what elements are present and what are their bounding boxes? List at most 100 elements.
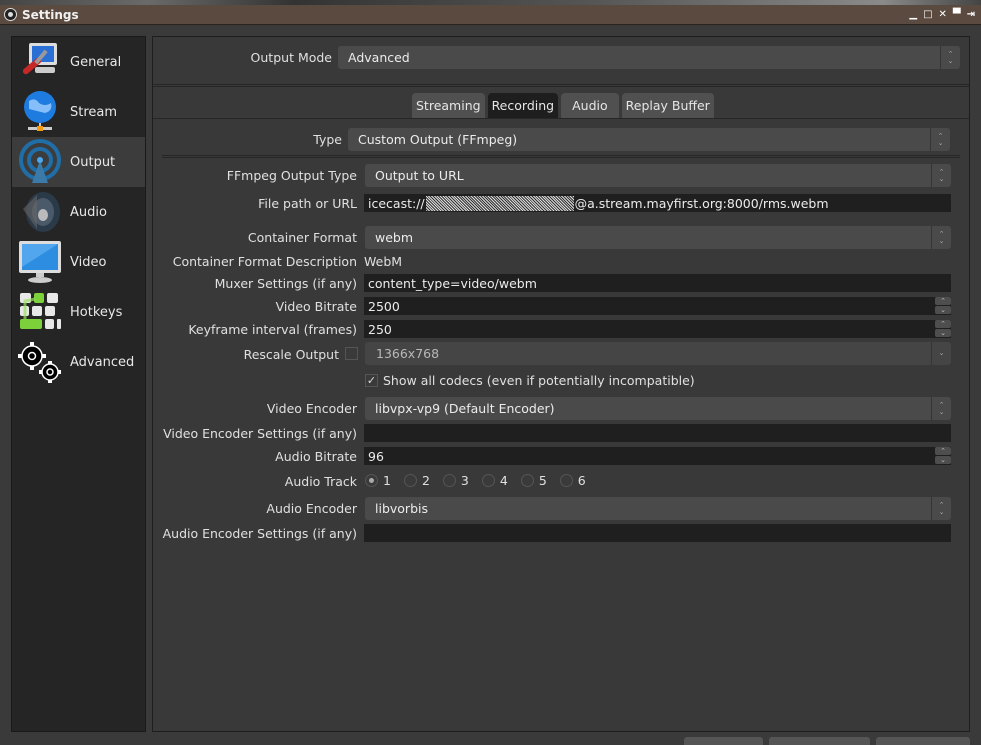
spin-down-icon[interactable]: ⌄ <box>935 306 951 314</box>
spin-up-icon[interactable]: ⌃ <box>935 447 951 455</box>
pin-icon[interactable]: ⇥ <box>967 9 975 21</box>
audio-track-option-6[interactable]: 6 <box>559 473 586 488</box>
container-format-select[interactable]: webm ⌃ ⌄ <box>365 226 951 249</box>
container-desc-value: WebM <box>364 254 403 269</box>
sidebar-item-hotkeys[interactable]: Hotkeys <box>12 287 145 337</box>
window-controls: ▁ □ ✕ ▀ ⇥ <box>909 9 975 21</box>
radio-button[interactable] <box>403 474 417 487</box>
show-all-codecs-checkbox[interactable]: ✓ <box>365 374 378 387</box>
file-path-suffix: @a.stream.mayfirst.org:8000/rms.webm <box>574 195 829 211</box>
tab-streaming[interactable]: Streaming <box>412 93 485 118</box>
audio-encoder-settings-label: Audio Encoder Settings (if any) <box>162 526 357 541</box>
keyboard-icon <box>16 288 64 336</box>
show-all-codecs-option[interactable]: ✓ Show all codecs (even if potentially i… <box>365 373 695 388</box>
container-format-label: Container Format <box>247 230 357 245</box>
sidebar-item-general[interactable]: General <box>12 37 145 87</box>
radio-label: 1 <box>383 473 391 488</box>
divider <box>153 84 969 87</box>
rescale-output-checkbox[interactable] <box>345 347 358 360</box>
tab-audio[interactable]: Audio <box>561 93 619 118</box>
spin-up-icon[interactable]: ⌃ <box>935 297 951 305</box>
globe-network-icon <box>16 88 64 136</box>
sidebar-item-label: Output <box>70 154 116 170</box>
divider <box>162 155 960 158</box>
audio-encoder-settings-input[interactable] <box>364 524 951 542</box>
rescale-output-label: Rescale Output <box>243 347 339 362</box>
radio-button[interactable] <box>481 474 495 487</box>
cancel-button[interactable] <box>769 737 870 745</box>
video-encoder-settings-label: Video Encoder Settings (if any) <box>163 426 357 441</box>
maximize-icon[interactable]: □ <box>923 9 932 21</box>
settings-sidebar: General Stream Output Audio Video Hotkey… <box>11 36 146 732</box>
output-tabs: Streaming Recording Audio Replay Buffer <box>412 93 714 118</box>
output-mode-value: Advanced <box>348 50 410 65</box>
sidebar-item-audio[interactable]: Audio <box>12 187 145 237</box>
audio-encoder-select[interactable]: libvorbis ⌃ ⌄ <box>365 497 951 520</box>
audio-bitrate-spinbox[interactable]: 96 ⌃ ⌄ <box>364 447 951 465</box>
tab-replay-buffer[interactable]: Replay Buffer <box>621 93 714 118</box>
audio-track-option-3[interactable]: 3 <box>442 473 469 488</box>
audio-track-option-5[interactable]: 5 <box>520 473 547 488</box>
combo-arrows-icon: ⌃ ⌄ <box>931 226 951 249</box>
recording-type-select[interactable]: Custom Output (FFmpeg) ⌃ ⌄ <box>348 128 950 151</box>
show-all-codecs-label: Show all codecs (even if potentially inc… <box>383 373 695 388</box>
video-bitrate-value: 2500 <box>368 298 400 314</box>
rescale-resolution-value: 1366x768 <box>376 346 440 361</box>
radio-button[interactable] <box>365 474 378 487</box>
sidebar-item-advanced[interactable]: Advanced <box>12 337 145 387</box>
video-encoder-value: libvpx-vp9 (Default Encoder) <box>375 401 555 416</box>
shade-icon[interactable]: ▀ <box>953 9 961 21</box>
audio-bitrate-label: Audio Bitrate <box>275 449 357 464</box>
muxer-settings-input[interactable]: content_type=video/webm <box>364 274 951 292</box>
ffmpeg-output-type-value: Output to URL <box>375 168 464 183</box>
speaker-icon <box>16 188 64 236</box>
radio-label: 2 <box>421 473 430 488</box>
combo-arrows-icon: ⌃ ⌄ <box>931 497 951 520</box>
rescale-resolution-select[interactable]: 1366x768 ⌄ <box>365 342 951 365</box>
spin-up-icon[interactable]: ⌃ <box>935 320 951 328</box>
monitor-icon <box>16 238 64 286</box>
video-encoder-settings-input[interactable] <box>364 424 951 442</box>
spin-down-icon[interactable]: ⌄ <box>935 456 951 464</box>
radio-button[interactable] <box>520 474 534 487</box>
file-path-input[interactable]: icecast:// @a.stream.mayfirst.org:8000/rm… <box>364 194 951 212</box>
ok-button[interactable] <box>684 737 763 745</box>
sidebar-item-label: Audio <box>70 204 107 220</box>
sidebar-item-label: Stream <box>70 104 118 120</box>
keyframe-interval-label: Keyframe interval (frames) <box>188 322 357 337</box>
tab-recording[interactable]: Recording <box>487 93 559 118</box>
sidebar-item-label: Advanced <box>70 354 135 370</box>
chevron-down-icon: ⌄ <box>931 342 951 365</box>
keyframe-interval-spinbox[interactable]: 250 ⌃ ⌄ <box>364 320 951 338</box>
minimize-icon[interactable]: ▁ <box>909 9 917 21</box>
radio-label: 4 <box>499 473 508 488</box>
obs-logo-icon <box>4 8 17 21</box>
apply-button[interactable] <box>876 737 970 745</box>
output-mode-select[interactable]: Advanced ⌃ ⌄ <box>338 46 960 69</box>
video-bitrate-spinbox[interactable]: 2500 ⌃ ⌄ <box>364 297 951 315</box>
close-icon[interactable]: ✕ <box>939 9 947 21</box>
radio-label: 6 <box>577 473 586 488</box>
sidebar-item-label: Video <box>70 254 107 270</box>
recording-type-value: Custom Output (FFmpeg) <box>358 132 518 147</box>
file-path-prefix: icecast:// <box>368 195 425 211</box>
ffmpeg-output-type-select[interactable]: Output to URL ⌃ ⌄ <box>365 164 951 187</box>
audio-bitrate-value: 96 <box>368 448 384 464</box>
audio-encoder-label: Audio Encoder <box>266 501 357 516</box>
radio-button[interactable] <box>559 474 573 487</box>
sidebar-item-stream[interactable]: Stream <box>12 87 145 137</box>
sidebar-item-output[interactable]: Output <box>12 137 145 187</box>
radio-button[interactable] <box>442 474 456 487</box>
audio-track-option-4[interactable]: 4 <box>481 473 508 488</box>
audio-track-option-1[interactable]: 1 <box>365 473 391 488</box>
radio-label: 3 <box>460 473 469 488</box>
output-settings-panel: Output Mode Advanced ⌃ ⌄ Streaming Record… <box>152 36 970 732</box>
sidebar-item-label: Hotkeys <box>70 304 123 320</box>
keyframe-interval-value: 250 <box>368 321 392 337</box>
sidebar-item-video[interactable]: Video <box>12 237 145 287</box>
computer-wrench-icon <box>16 38 64 86</box>
video-bitrate-label: Video Bitrate <box>275 299 357 314</box>
video-encoder-select[interactable]: libvpx-vp9 (Default Encoder) ⌃ ⌄ <box>365 397 951 420</box>
spin-down-icon[interactable]: ⌄ <box>935 329 951 337</box>
audio-track-option-2[interactable]: 2 <box>403 473 430 488</box>
